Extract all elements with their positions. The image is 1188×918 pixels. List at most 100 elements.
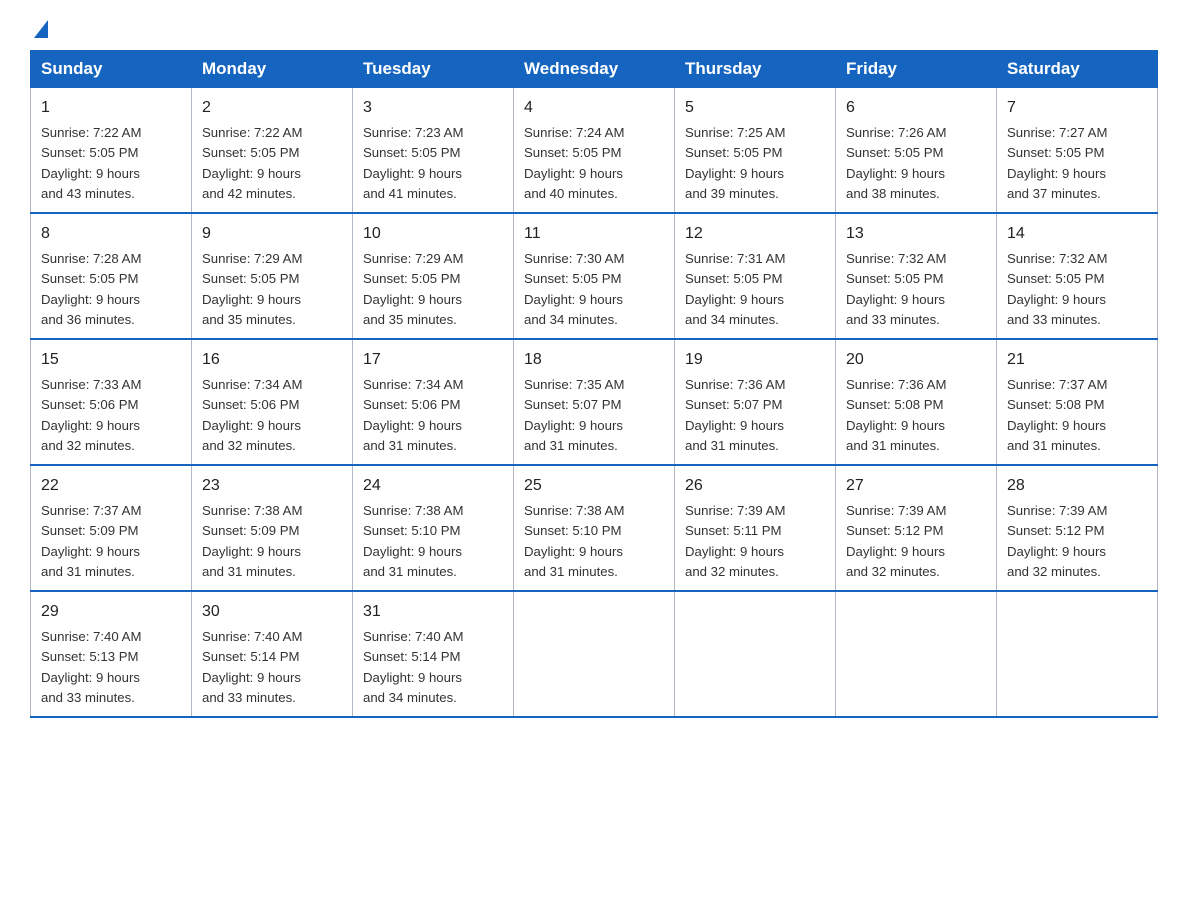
calendar-cell: 10 Sunrise: 7:29 AMSunset: 5:05 PMDayligh… (353, 213, 514, 339)
day-number: 10 (363, 222, 503, 246)
calendar-cell: 9 Sunrise: 7:29 AMSunset: 5:05 PMDaylight… (192, 213, 353, 339)
day-info: Sunrise: 7:34 AMSunset: 5:06 PMDaylight:… (363, 377, 463, 453)
day-info: Sunrise: 7:24 AMSunset: 5:05 PMDaylight:… (524, 125, 624, 201)
day-number: 27 (846, 474, 986, 498)
header-wednesday: Wednesday (514, 51, 675, 88)
header-tuesday: Tuesday (353, 51, 514, 88)
calendar-cell: 27Sunrise: 7:39 AMSunset: 5:12 PMDayligh… (836, 465, 997, 591)
calendar-cell: 11 Sunrise: 7:30 AMSunset: 5:05 PMDayligh… (514, 213, 675, 339)
day-info: Sunrise: 7:39 AMSunset: 5:11 PMDaylight:… (685, 503, 785, 579)
day-number: 16 (202, 348, 342, 372)
day-number: 5 (685, 96, 825, 120)
calendar-cell: 26 Sunrise: 7:39 AMSunset: 5:11 PMDayligh… (675, 465, 836, 591)
day-number: 11 (524, 222, 664, 246)
day-info: Sunrise: 7:22 AMSunset: 5:05 PMDaylight:… (41, 125, 141, 201)
calendar-cell: 30 Sunrise: 7:40 AMSunset: 5:14 PMDayligh… (192, 591, 353, 717)
calendar-cell: 1 Sunrise: 7:22 AMSunset: 5:05 PMDaylight… (31, 88, 192, 214)
calendar-week-2: 8 Sunrise: 7:28 AMSunset: 5:05 PMDaylight… (31, 213, 1158, 339)
day-info: Sunrise: 7:37 AMSunset: 5:09 PMDaylight:… (41, 503, 141, 579)
day-info: Sunrise: 7:30 AMSunset: 5:05 PMDaylight:… (524, 251, 624, 327)
calendar-cell: 23Sunrise: 7:38 AMSunset: 5:09 PMDayligh… (192, 465, 353, 591)
day-number: 28 (1007, 474, 1147, 498)
day-number: 26 (685, 474, 825, 498)
day-number: 6 (846, 96, 986, 120)
day-info: Sunrise: 7:35 AMSunset: 5:07 PMDaylight:… (524, 377, 624, 453)
header-saturday: Saturday (997, 51, 1158, 88)
day-number: 4 (524, 96, 664, 120)
day-info: Sunrise: 7:32 AMSunset: 5:05 PMDaylight:… (1007, 251, 1107, 327)
calendar-cell (514, 591, 675, 717)
calendar-week-3: 15Sunrise: 7:33 AMSunset: 5:06 PMDayligh… (31, 339, 1158, 465)
day-info: Sunrise: 7:29 AMSunset: 5:05 PMDaylight:… (202, 251, 302, 327)
calendar-cell: 20Sunrise: 7:36 AMSunset: 5:08 PMDayligh… (836, 339, 997, 465)
day-info: Sunrise: 7:40 AMSunset: 5:13 PMDaylight:… (41, 629, 141, 705)
calendar-week-4: 22 Sunrise: 7:37 AMSunset: 5:09 PMDayligh… (31, 465, 1158, 591)
day-number: 24 (363, 474, 503, 498)
calendar-week-1: 1 Sunrise: 7:22 AMSunset: 5:05 PMDaylight… (31, 88, 1158, 214)
day-info: Sunrise: 7:37 AMSunset: 5:08 PMDaylight:… (1007, 377, 1107, 453)
calendar-cell: 31 Sunrise: 7:40 AMSunset: 5:14 PMDayligh… (353, 591, 514, 717)
calendar-week-5: 29 Sunrise: 7:40 AMSunset: 5:13 PMDayligh… (31, 591, 1158, 717)
day-number: 2 (202, 96, 342, 120)
calendar-cell: 12 Sunrise: 7:31 AMSunset: 5:05 PMDayligh… (675, 213, 836, 339)
day-number: 30 (202, 600, 342, 624)
day-number: 12 (685, 222, 825, 246)
day-info: Sunrise: 7:27 AMSunset: 5:05 PMDaylight:… (1007, 125, 1107, 201)
calendar-cell: 7Sunrise: 7:27 AMSunset: 5:05 PMDaylight… (997, 88, 1158, 214)
day-info: Sunrise: 7:29 AMSunset: 5:05 PMDaylight:… (363, 251, 463, 327)
calendar-cell (675, 591, 836, 717)
day-info: Sunrise: 7:26 AMSunset: 5:05 PMDaylight:… (846, 125, 946, 201)
header-row: SundayMondayTuesdayWednesdayThursdayFrid… (31, 51, 1158, 88)
day-number: 3 (363, 96, 503, 120)
calendar-cell: 21 Sunrise: 7:37 AMSunset: 5:08 PMDayligh… (997, 339, 1158, 465)
day-number: 14 (1007, 222, 1147, 246)
calendar-cell: 6 Sunrise: 7:26 AMSunset: 5:05 PMDaylight… (836, 88, 997, 214)
calendar-cell: 3 Sunrise: 7:23 AMSunset: 5:05 PMDaylight… (353, 88, 514, 214)
day-info: Sunrise: 7:40 AMSunset: 5:14 PMDaylight:… (202, 629, 302, 705)
header-sunday: Sunday (31, 51, 192, 88)
day-number: 29 (41, 600, 181, 624)
day-number: 22 (41, 474, 181, 498)
day-info: Sunrise: 7:38 AMSunset: 5:10 PMDaylight:… (524, 503, 624, 579)
calendar-body: 1 Sunrise: 7:22 AMSunset: 5:05 PMDaylight… (31, 88, 1158, 718)
header-monday: Monday (192, 51, 353, 88)
calendar-cell: 2 Sunrise: 7:22 AMSunset: 5:05 PMDaylight… (192, 88, 353, 214)
calendar-cell: 17Sunrise: 7:34 AMSunset: 5:06 PMDayligh… (353, 339, 514, 465)
day-info: Sunrise: 7:40 AMSunset: 5:14 PMDaylight:… (363, 629, 463, 705)
day-number: 21 (1007, 348, 1147, 372)
day-number: 15 (41, 348, 181, 372)
day-info: Sunrise: 7:28 AMSunset: 5:05 PMDaylight:… (41, 251, 141, 327)
day-info: Sunrise: 7:31 AMSunset: 5:05 PMDaylight:… (685, 251, 785, 327)
day-number: 31 (363, 600, 503, 624)
day-number: 19 (685, 348, 825, 372)
day-number: 18 (524, 348, 664, 372)
calendar-table: SundayMondayTuesdayWednesdayThursdayFrid… (30, 50, 1158, 718)
calendar-cell: 14 Sunrise: 7:32 AMSunset: 5:05 PMDayligh… (997, 213, 1158, 339)
day-info: Sunrise: 7:36 AMSunset: 5:07 PMDaylight:… (685, 377, 785, 453)
day-number: 8 (41, 222, 181, 246)
calendar-cell: 4 Sunrise: 7:24 AMSunset: 5:05 PMDaylight… (514, 88, 675, 214)
day-number: 9 (202, 222, 342, 246)
day-number: 25 (524, 474, 664, 498)
header-friday: Friday (836, 51, 997, 88)
day-info: Sunrise: 7:23 AMSunset: 5:05 PMDaylight:… (363, 125, 463, 201)
day-info: Sunrise: 7:34 AMSunset: 5:06 PMDaylight:… (202, 377, 302, 453)
day-info: Sunrise: 7:36 AMSunset: 5:08 PMDaylight:… (846, 377, 946, 453)
calendar-cell: 28 Sunrise: 7:39 AMSunset: 5:12 PMDayligh… (997, 465, 1158, 591)
day-info: Sunrise: 7:39 AMSunset: 5:12 PMDaylight:… (1007, 503, 1107, 579)
calendar-cell: 15Sunrise: 7:33 AMSunset: 5:06 PMDayligh… (31, 339, 192, 465)
calendar-cell: 16 Sunrise: 7:34 AMSunset: 5:06 PMDayligh… (192, 339, 353, 465)
calendar-cell: 5Sunrise: 7:25 AMSunset: 5:05 PMDaylight… (675, 88, 836, 214)
day-number: 23 (202, 474, 342, 498)
header (30, 20, 1158, 32)
calendar-cell (836, 591, 997, 717)
calendar-cell: 25 Sunrise: 7:38 AMSunset: 5:10 PMDayligh… (514, 465, 675, 591)
calendar-cell: 13Sunrise: 7:32 AMSunset: 5:05 PMDayligh… (836, 213, 997, 339)
day-info: Sunrise: 7:22 AMSunset: 5:05 PMDaylight:… (202, 125, 302, 201)
calendar-header: SundayMondayTuesdayWednesdayThursdayFrid… (31, 51, 1158, 88)
calendar-cell: 18 Sunrise: 7:35 AMSunset: 5:07 PMDayligh… (514, 339, 675, 465)
day-info: Sunrise: 7:38 AMSunset: 5:10 PMDaylight:… (363, 503, 463, 579)
day-number: 1 (41, 96, 181, 120)
calendar-cell: 22 Sunrise: 7:37 AMSunset: 5:09 PMDayligh… (31, 465, 192, 591)
logo (30, 20, 48, 32)
